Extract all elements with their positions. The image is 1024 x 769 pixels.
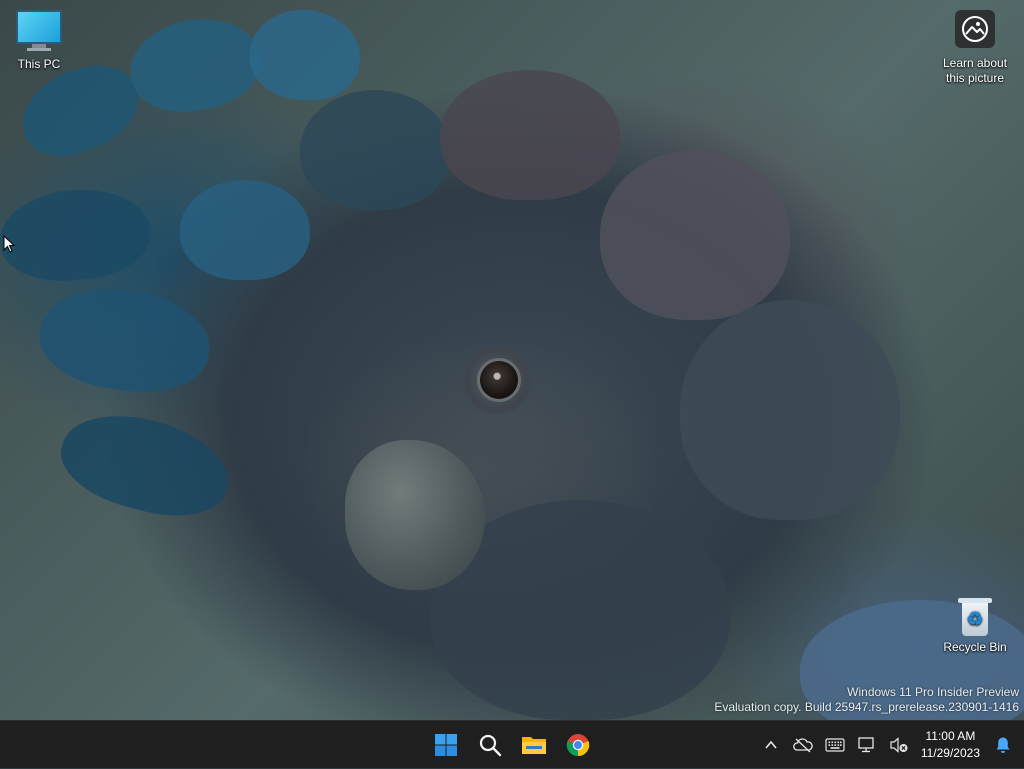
start-button[interactable] xyxy=(424,725,468,765)
search-icon xyxy=(479,734,502,757)
monitor-icon xyxy=(8,10,70,51)
chevron-up-icon xyxy=(765,740,777,749)
mouse-cursor-icon xyxy=(3,234,16,258)
notifications-button[interactable] xyxy=(988,725,1018,765)
chrome-button[interactable] xyxy=(556,725,600,765)
desktop-icon-this-pc[interactable]: This PC xyxy=(8,8,70,72)
show-hidden-icons-button[interactable] xyxy=(755,725,787,765)
clock-time: 11:00 AM xyxy=(925,729,976,743)
network-button[interactable] xyxy=(851,725,883,765)
chrome-icon xyxy=(566,734,590,757)
bird-eye xyxy=(480,361,518,399)
desktop-icon-label: Learn about this picture xyxy=(942,56,1008,85)
file-explorer-icon xyxy=(522,737,546,754)
notification-bell-icon xyxy=(996,737,1010,753)
clock-button[interactable]: 11:00 AM 11/29/2023 xyxy=(915,728,988,762)
clock-date: 11/29/2023 xyxy=(920,746,980,760)
watermark-build: Evaluation copy. Build 25947.rs_prerelea… xyxy=(714,700,1019,714)
watermark-edition: Windows 11 Pro Insider Preview xyxy=(847,685,1019,699)
taskbar-apps xyxy=(424,721,600,769)
file-explorer-button[interactable] xyxy=(512,725,556,765)
onedrive-button[interactable] xyxy=(787,725,819,765)
search-button[interactable] xyxy=(468,725,512,765)
desktop-icon-learn-about-picture[interactable]: Learn about this picture xyxy=(938,8,1012,86)
system-tray: 11:00 AM 11/29/2023 xyxy=(755,721,1024,769)
evaluation-watermark: Windows 11 Pro Insider Preview Evaluatio… xyxy=(714,685,1019,715)
taskbar: 11:00 AM 11/29/2023 xyxy=(0,720,1024,768)
desktop-icon-label: Recycle Bin xyxy=(943,640,1007,654)
keyboard-icon xyxy=(825,738,845,752)
desktop-wallpaper xyxy=(0,0,1024,720)
camera-icon xyxy=(955,10,995,48)
windows-start-icon xyxy=(435,734,457,756)
speaker-muted-icon xyxy=(890,737,908,753)
network-icon xyxy=(858,737,874,753)
desktop-icon-label: This PC xyxy=(17,57,61,71)
recycle-bin-icon: ♻ xyxy=(958,598,992,636)
volume-button[interactable] xyxy=(883,725,915,765)
desktop-icon-recycle-bin[interactable]: ♻ Recycle Bin xyxy=(938,598,1012,655)
input-indicator-button[interactable] xyxy=(819,725,851,765)
onedrive-offline-icon xyxy=(792,738,813,753)
